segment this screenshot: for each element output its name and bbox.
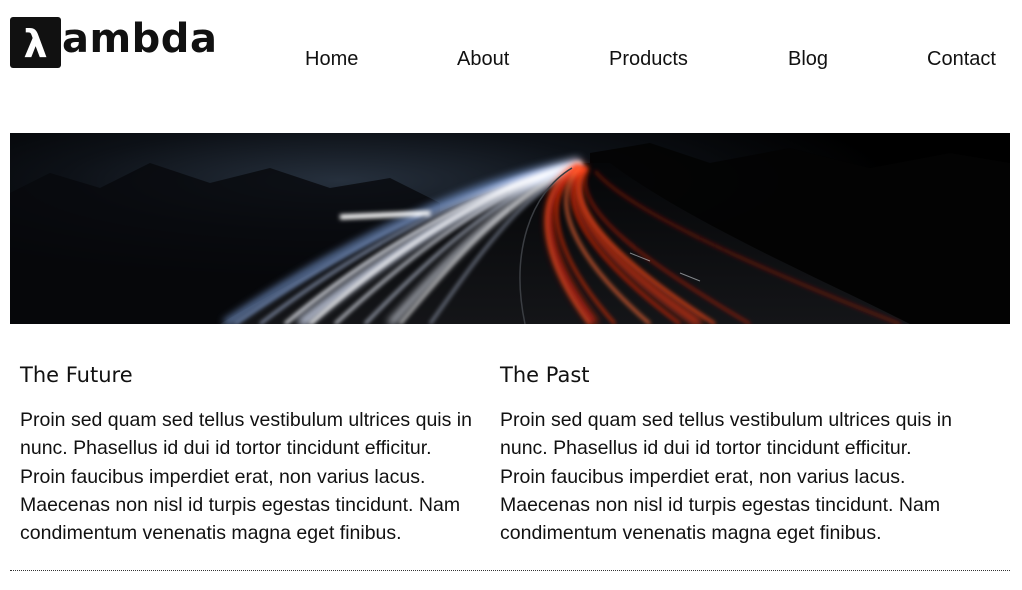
section-divider <box>10 570 1010 571</box>
nav-link-home[interactable]: Home <box>305 47 358 71</box>
article-future: The Future Proin sed quam sed tellus ves… <box>20 362 480 547</box>
article-past: The Past Proin sed quam sed tellus vesti… <box>500 362 960 547</box>
nav-link-products[interactable]: Products <box>609 47 688 71</box>
nav-link-blog[interactable]: Blog <box>788 47 828 71</box>
article-body: Proin sed quam sed tellus vestibulum ult… <box>20 409 472 545</box>
svg-text:λ: λ <box>23 22 47 66</box>
article-body: Proin sed quam sed tellus vestibulum ult… <box>500 409 952 545</box>
article-title: The Past <box>500 363 590 387</box>
nav-link-about[interactable]: About <box>457 47 509 71</box>
light-trails-photo <box>10 133 1010 324</box>
lambda-icon: λ <box>10 16 61 68</box>
hero-banner-image <box>10 133 1010 324</box>
logo-wordmark: ambda <box>62 15 218 62</box>
nav-link-contact[interactable]: Contact <box>927 47 996 71</box>
site-header: λ ambda Home About Products Blog Contact <box>0 0 1022 110</box>
article-title: The Future <box>20 363 133 387</box>
lambda-logo[interactable]: λ ambda <box>10 16 217 68</box>
